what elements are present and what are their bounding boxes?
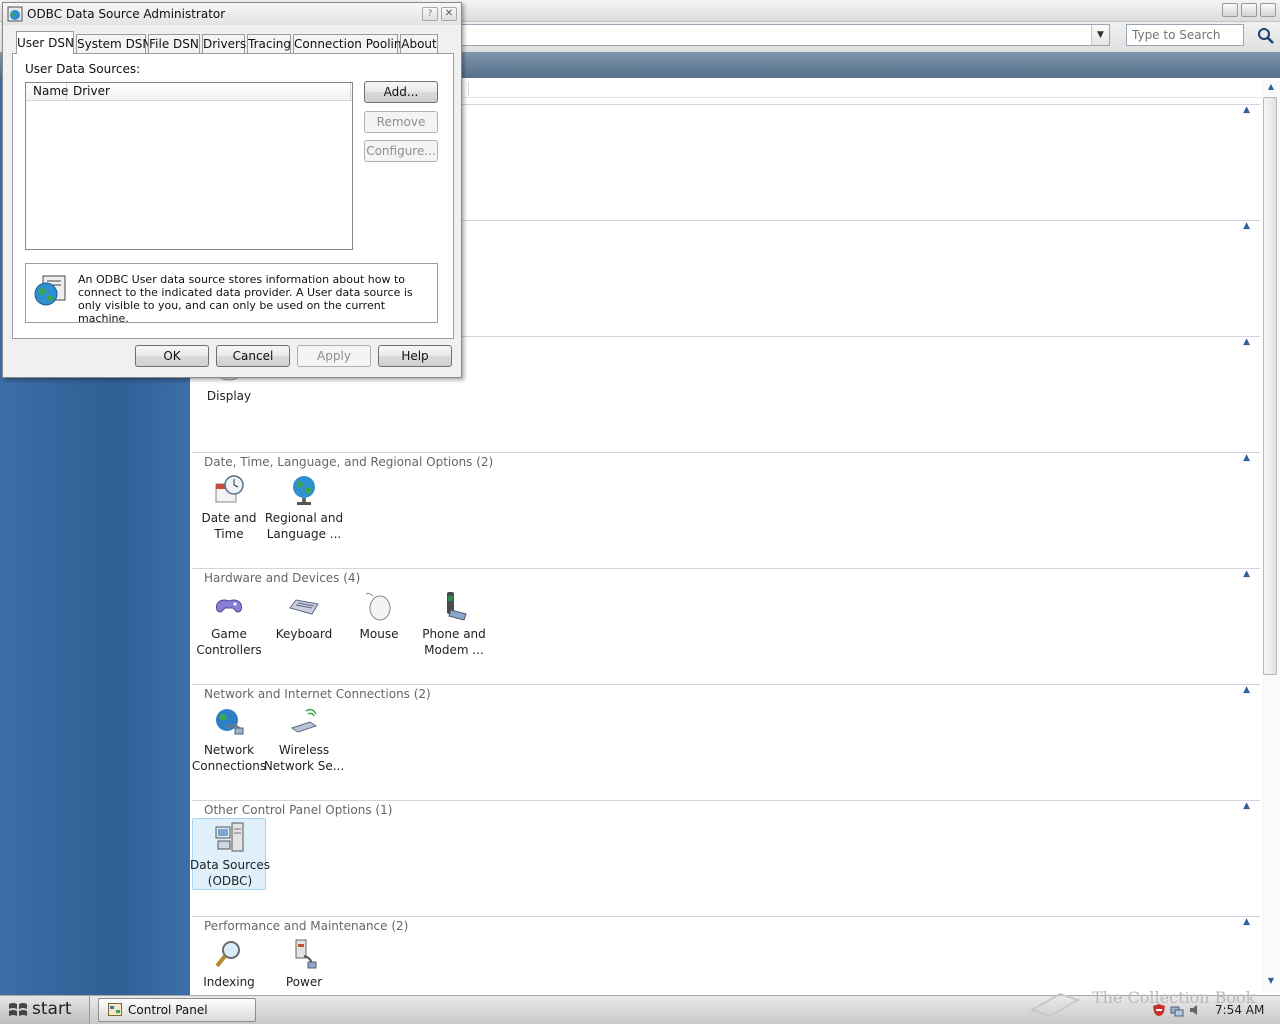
item-label: Date and Time [201, 511, 257, 541]
group-header[interactable]: Performance and Maintenance (2) ▲ [192, 916, 1260, 933]
help-button[interactable]: Help [378, 345, 452, 367]
volume-icon[interactable] [1188, 1003, 1202, 1017]
group-header[interactable]: Hardware and Devices (4) ▲ [192, 568, 1260, 585]
control-panel-icon [108, 1003, 122, 1016]
scroll-up-icon[interactable]: ▲ [1262, 82, 1280, 96]
item-date-and-time[interactable]: Date and Time [192, 472, 266, 542]
item-label: Regional and Language ... [264, 511, 344, 541]
group-title: Performance and Maintenance (2) [204, 919, 409, 933]
tab-user-dsn[interactable]: User DSN [16, 31, 74, 54]
tab-system-dsn[interactable]: System DSN [76, 34, 151, 53]
column-driver[interactable]: Driver [67, 83, 351, 101]
group-title: Hardware and Devices (4) [204, 571, 361, 585]
item-label: Mouse [359, 627, 399, 641]
item-label: Wireless Network Se... [263, 743, 345, 773]
item-phone-and-modem[interactable]: Phone and Modem ... [417, 588, 491, 658]
item-data-sources-odbc[interactable]: Data Sources (ODBC) [190, 818, 270, 890]
tab-file-dsn[interactable]: File DSN [148, 34, 200, 53]
item-label: Data Sources (ODBC) [190, 858, 270, 888]
dialog-titlebar[interactable]: ODBC Data Source Administrator ? ✕ [3, 3, 461, 25]
power-icon [295, 939, 317, 969]
add-button[interactable]: Add... [364, 81, 438, 103]
shield-icon[interactable] [1152, 1003, 1166, 1017]
tab-drivers[interactable]: Drivers [202, 34, 246, 53]
tab-connection-pooling[interactable]: Connection Pooling [293, 34, 409, 53]
collapse-chevron-icon[interactable]: ▲ [1243, 337, 1250, 347]
ok-button[interactable]: OK [135, 345, 209, 367]
collapse-chevron-icon[interactable]: ▲ [1243, 569, 1250, 579]
maximize-button[interactable] [1241, 3, 1257, 17]
group-title: Date, Time, Language, and Regional Optio… [204, 455, 494, 469]
group-title: Network and Internet Connections (2) [204, 687, 431, 701]
group-header[interactable]: Other Control Panel Options (1) ▲ [192, 800, 1260, 817]
odbc-globe-icon [7, 6, 23, 22]
item-game-controllers[interactable]: Game Controllers [192, 588, 266, 658]
collapse-chevron-icon[interactable]: ▲ [1243, 685, 1250, 695]
item-wireless-network[interactable]: Wireless Network Se... [264, 704, 344, 774]
group-header[interactable]: Network and Internet Connections (2) ▲ [192, 684, 1260, 701]
group-header[interactable]: Date, Time, Language, and Regional Optio… [192, 452, 1260, 469]
apply-button[interactable]: Apply [297, 345, 371, 367]
taskbar-item-label: Control Panel [128, 1003, 208, 1017]
data-source-list[interactable] [25, 82, 353, 250]
item-label: Keyboard [275, 627, 333, 641]
category-group-other: Other Control Panel Options (1) ▲ Data S… [190, 800, 1260, 916]
group-title: Other Control Panel Options (1) [204, 803, 393, 817]
windows-logo-icon [9, 1003, 27, 1016]
item-label: Power [285, 975, 323, 989]
minimize-button[interactable] [1222, 3, 1238, 17]
address-input[interactable] [460, 24, 1110, 46]
tab-tracing[interactable]: Tracing [247, 34, 291, 53]
clock-calendar-icon [215, 475, 244, 503]
keyboard-icon [289, 599, 319, 615]
item-keyboard[interactable]: Keyboard [267, 588, 341, 658]
item-label: Display [206, 389, 252, 403]
start-label: start [32, 999, 72, 1019]
globe-icon [293, 476, 315, 505]
collapse-chevron-icon[interactable]: ▲ [1243, 453, 1250, 463]
close-button[interactable] [1260, 3, 1276, 17]
item-label: Network Connections [191, 743, 267, 773]
item-network-connections[interactable]: Network Connections [192, 704, 266, 774]
tab-about[interactable]: About [400, 34, 438, 53]
data-sources-icon [215, 822, 244, 852]
search-icon[interactable] [1257, 27, 1275, 45]
odbc-globe-icon [34, 275, 66, 306]
remove-button[interactable]: Remove [364, 111, 438, 133]
column-name[interactable]: Name [27, 83, 68, 101]
scroll-thumb[interactable] [1263, 97, 1277, 675]
scroll-down-icon[interactable]: ▼ [1262, 976, 1280, 990]
search-input[interactable] [1126, 24, 1244, 46]
dialog-title: ODBC Data Source Administrator [27, 7, 226, 21]
phone-icon [447, 592, 467, 621]
item-label: Phone and Modem ... [422, 627, 486, 657]
magnifier-icon [215, 941, 240, 968]
cancel-button[interactable]: Cancel [216, 345, 290, 367]
network-globe-icon [216, 709, 244, 735]
collapse-chevron-icon[interactable]: ▲ [1243, 917, 1250, 927]
mouse-icon [365, 592, 391, 621]
item-regional-and-language[interactable]: Regional and Language ... [265, 472, 343, 542]
collapse-chevron-icon[interactable]: ▲ [1243, 801, 1250, 811]
item-label: Game Controllers [196, 627, 262, 657]
item-mouse[interactable]: Mouse [342, 588, 416, 658]
close-icon[interactable]: ✕ [441, 7, 457, 21]
chevron-down-icon[interactable]: ▼ [1091, 25, 1109, 45]
book-logo-icon [1030, 992, 1080, 1016]
category-group-date-time: Date, Time, Language, and Regional Optio… [192, 452, 1260, 568]
gamepad-icon [216, 599, 242, 613]
info-description: An ODBC User data source stores informat… [78, 273, 413, 325]
clock: 7:54 AM [1215, 1003, 1265, 1017]
item-label: Indexing [203, 975, 255, 989]
wireless-adapter-icon [290, 708, 318, 733]
tab-bar: User DSN System DSN File DSN Drivers Tra… [12, 31, 452, 54]
user-data-sources-label: User Data Sources: [25, 62, 141, 76]
help-question-button[interactable]: ? [422, 7, 438, 21]
collapse-chevron-icon[interactable]: ▲ [1243, 221, 1250, 231]
network-tray-icon[interactable] [1170, 1003, 1184, 1017]
category-group-hardware: Hardware and Devices (4) ▲ Game Controll… [192, 568, 1260, 684]
configure-button[interactable]: Configure... [364, 140, 438, 162]
category-group-network: Network and Internet Connections (2) ▲ N… [192, 684, 1260, 800]
collapse-chevron-icon[interactable]: ▲ [1243, 105, 1250, 115]
